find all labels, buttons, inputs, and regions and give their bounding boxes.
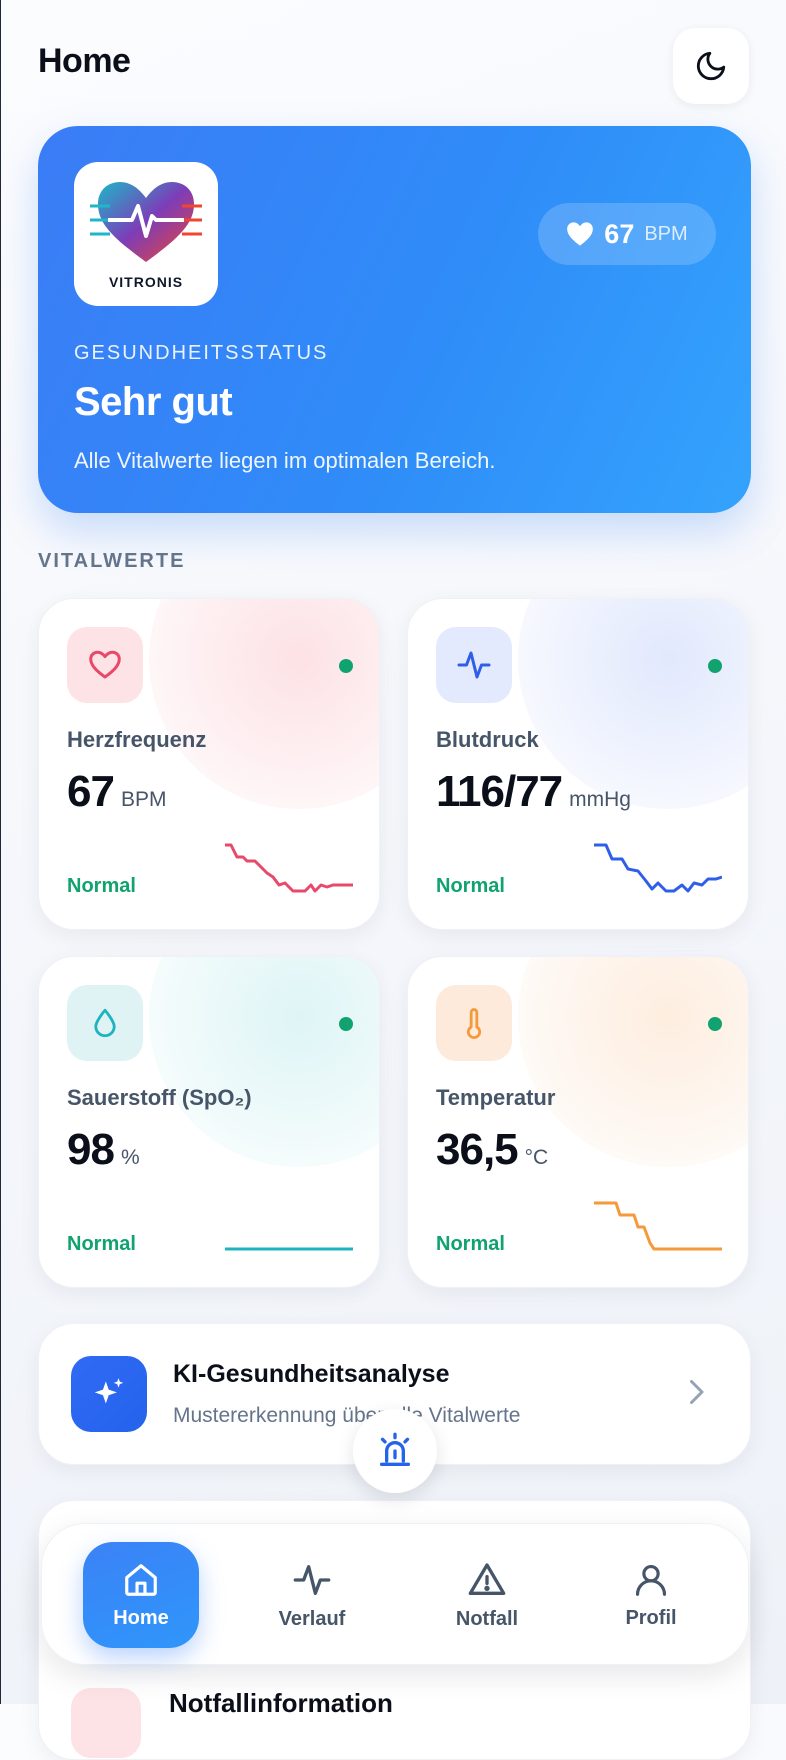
chevron-right-icon xyxy=(690,1380,704,1404)
moon-icon xyxy=(696,51,726,81)
bpm-badge: 67 BPM xyxy=(538,203,716,265)
page-title: Home xyxy=(38,42,131,80)
siren-icon xyxy=(380,1432,410,1466)
vital-unit: °C xyxy=(524,1146,549,1169)
vital-card-temperature[interactable]: Temperatur 36,5 °C Normal xyxy=(407,956,749,1288)
vital-name: Blutdruck xyxy=(436,727,539,752)
nav-label: Notfall xyxy=(455,1607,519,1630)
hero-label: GESUNDHEITSSTATUS xyxy=(74,342,329,364)
status-dot xyxy=(339,1017,353,1031)
vital-card-heart-rate[interactable]: Herzfrequenz 67 BPM Normal xyxy=(38,598,380,930)
droplet-icon xyxy=(67,985,143,1061)
temperature-sparkline xyxy=(594,1201,722,1251)
vital-unit: BPM xyxy=(120,788,167,811)
nav-item-emergency[interactable]: Notfall xyxy=(429,1542,545,1648)
status-dot xyxy=(708,659,722,673)
ai-card-subtitle: Mustererkennung über alle Vitalwerte xyxy=(173,1404,521,1427)
heart-logo-icon xyxy=(90,182,202,262)
bpm-unit: BPM xyxy=(644,222,688,245)
heart-rate-sparkline xyxy=(225,843,353,893)
nav-item-history[interactable]: Verlauf xyxy=(254,1542,370,1648)
vital-name: Herzfrequenz xyxy=(67,727,207,752)
vital-name: Sauerstoff (SpO₂) xyxy=(67,1085,252,1110)
nav-item-profile[interactable]: Profil xyxy=(593,1542,709,1648)
user-icon xyxy=(635,1564,667,1596)
vital-card-oxygen[interactable]: Sauerstoff (SpO₂) 98 % Normal xyxy=(38,956,380,1288)
vital-state: Normal xyxy=(436,875,505,897)
status-dot xyxy=(708,1017,722,1031)
vital-value: 36,5 xyxy=(436,1125,519,1174)
vital-value: 98 xyxy=(67,1125,115,1174)
nav-label: Profil xyxy=(625,1606,677,1629)
alert-triangle-icon xyxy=(468,1562,506,1595)
vital-state: Normal xyxy=(67,1233,136,1255)
vital-value: 67 xyxy=(67,767,115,816)
vital-state: Normal xyxy=(67,875,136,897)
heart-icon xyxy=(567,222,594,246)
bpm-value: 67 xyxy=(604,218,635,249)
section-label-vitals: VITALWERTE xyxy=(38,550,186,572)
vital-unit: % xyxy=(120,1146,140,1169)
activity-icon xyxy=(436,627,512,703)
theme-toggle-button[interactable] xyxy=(673,28,749,104)
sparkles-icon xyxy=(71,1356,147,1432)
nav-label: Verlauf xyxy=(278,1607,346,1630)
nav-item-home[interactable]: Home xyxy=(83,1542,199,1648)
vitronis-logo: VITRONIS xyxy=(74,162,218,306)
vital-card-blood-pressure[interactable]: Blutdruck 116/77 mmHg Normal xyxy=(407,598,749,930)
emergency-siren-button[interactable] xyxy=(353,1409,437,1493)
thermometer-icon xyxy=(436,985,512,1061)
bottom-navigation: Home Verlauf Notfall Profil xyxy=(41,1523,749,1665)
hero-description: Alle Vitalwerte liegen im optimalen Bere… xyxy=(74,448,496,473)
nav-label: Home xyxy=(113,1606,169,1629)
vital-name: Temperatur xyxy=(436,1085,556,1110)
hero-status: Sehr gut xyxy=(74,380,233,424)
home-icon xyxy=(125,1563,157,1596)
blood-pressure-sparkline xyxy=(594,843,722,893)
health-status-card[interactable]: VITRONIS 67 BPM GESUNDHEITSSTATUS Sehr g… xyxy=(38,126,751,513)
ai-card-title: KI-Gesundheitsanalyse xyxy=(173,1360,450,1388)
vital-unit: mmHg xyxy=(569,788,631,811)
vital-state: Normal xyxy=(436,1233,505,1255)
oxygen-sparkline xyxy=(225,1247,353,1251)
activity-icon xyxy=(293,1564,331,1595)
heart-icon xyxy=(67,627,143,703)
status-dot xyxy=(339,659,353,673)
vital-value: 116/77 xyxy=(436,767,563,816)
emergency-info-icon xyxy=(71,1688,141,1758)
logo-text: VITRONIS xyxy=(108,274,184,290)
